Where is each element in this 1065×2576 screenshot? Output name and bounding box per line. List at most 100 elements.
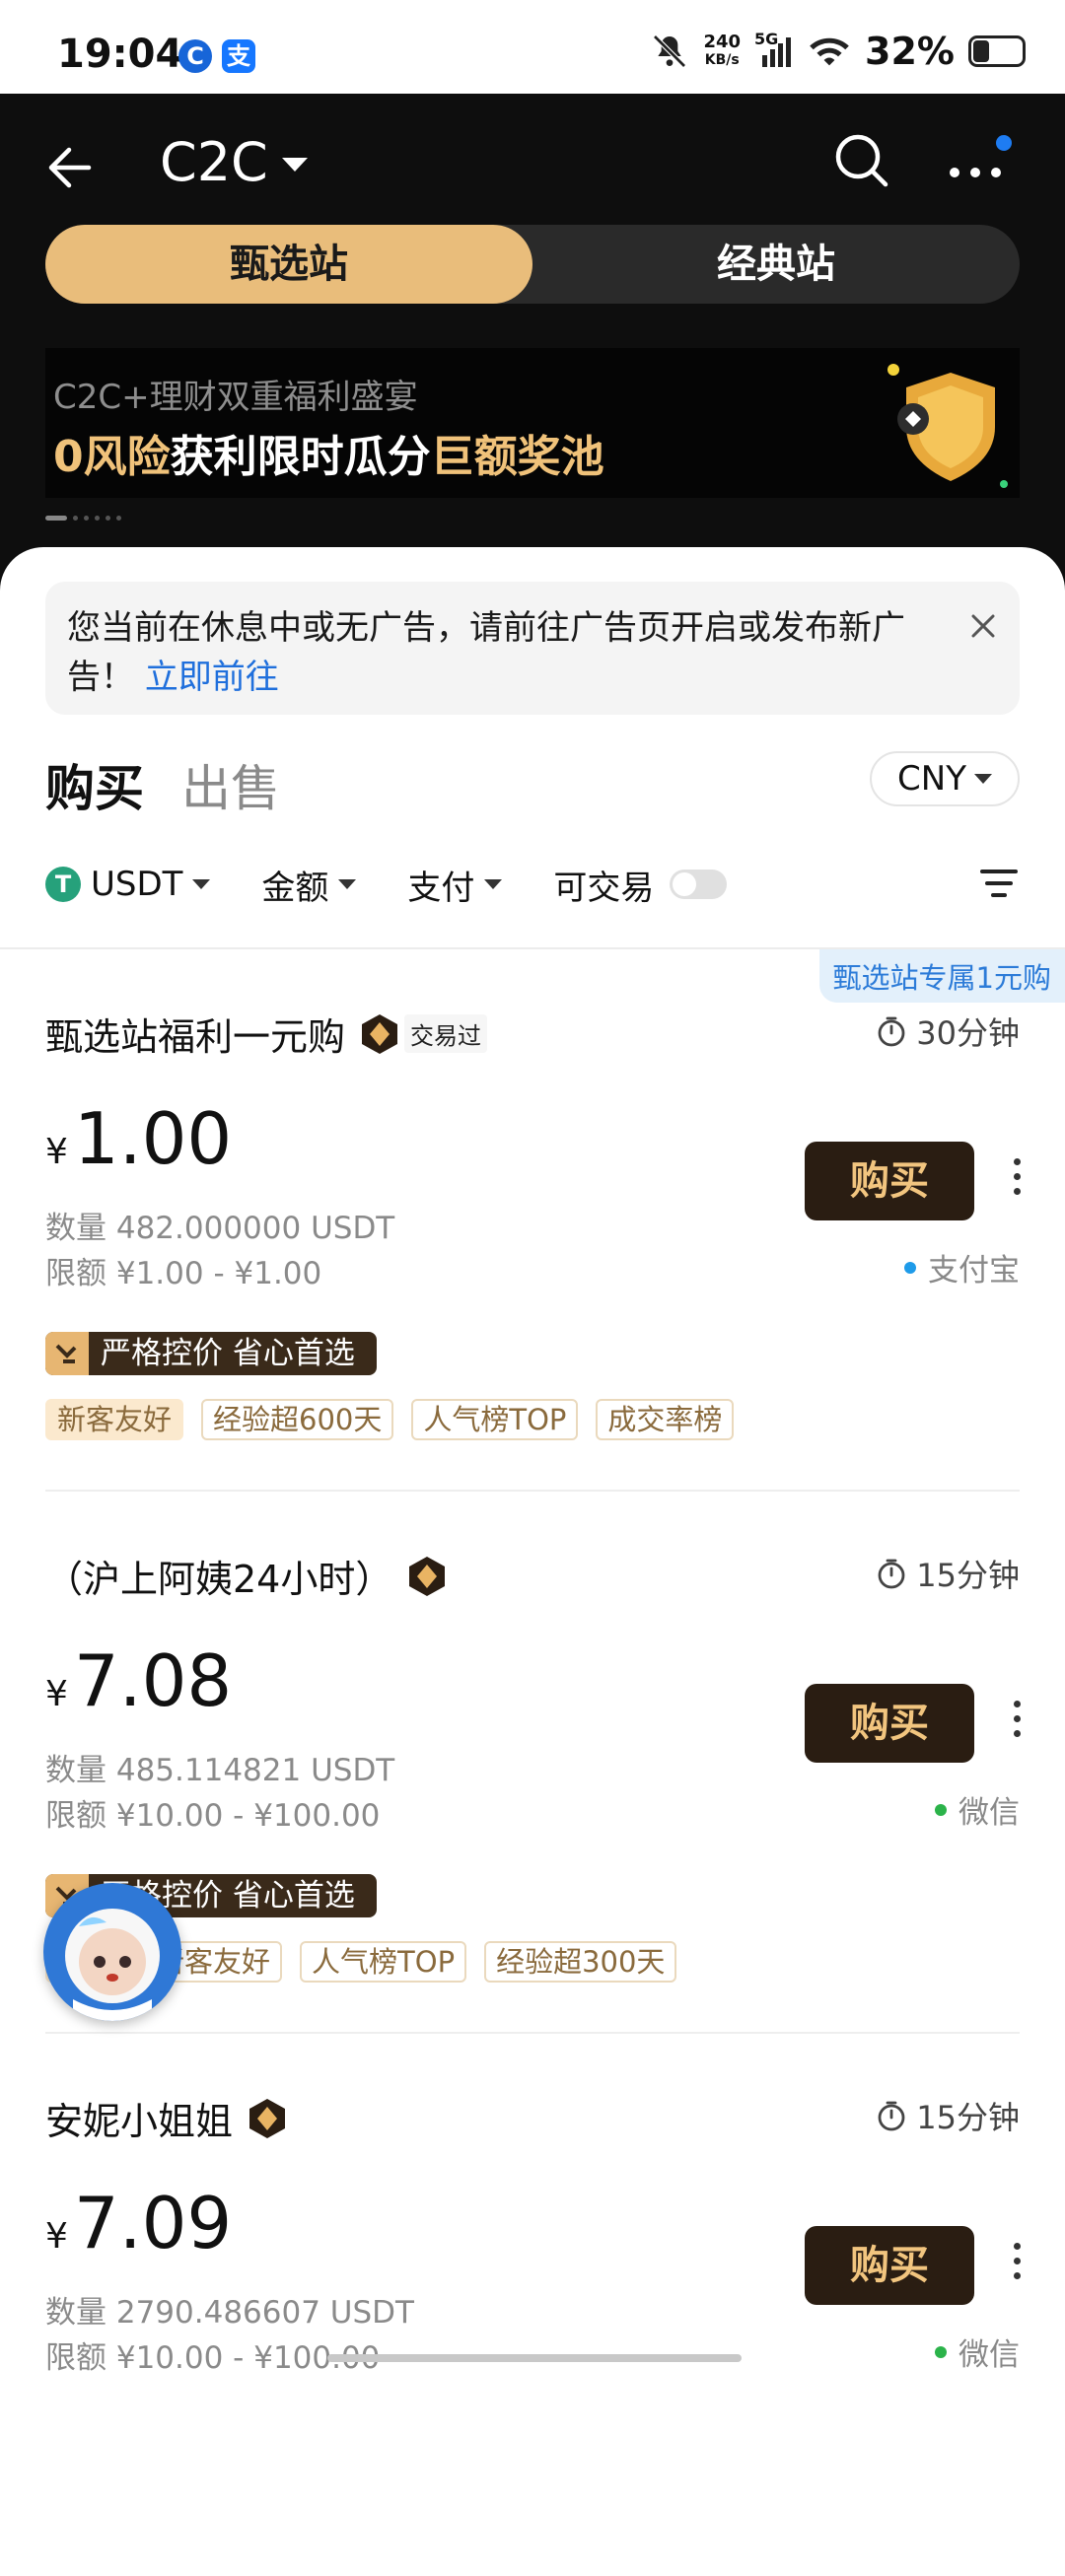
alipay-notification-icon: 支 <box>222 39 255 73</box>
merchant-name[interactable]: 甄选站福利一元购 交易过 <box>45 1007 488 1061</box>
payment-method: 微信 <box>935 1787 1020 1832</box>
usdt-icon: T <box>45 867 81 902</box>
merchant-tag: 人气榜TOP <box>411 1399 579 1440</box>
close-icon[interactable] <box>968 611 998 641</box>
buy-button[interactable]: 购买 <box>805 2226 974 2305</box>
station-switch: 甄选站 经典站 <box>45 225 1020 304</box>
merchant-tag: 经验超300天 <box>484 1941 677 1983</box>
currency-label: CNY <box>897 759 966 799</box>
filter-icon[interactable] <box>978 863 1020 904</box>
tab-sell[interactable]: 出售 <box>181 749 280 820</box>
merchant-tag: 新客友好 <box>45 1399 184 1440</box>
shield-icon <box>888 364 1008 488</box>
kebab-menu-icon[interactable] <box>1010 2243 1024 2288</box>
market-switcher[interactable]: C2C <box>160 131 308 193</box>
offer-quantity: 数量 2790.486607 USDT <box>45 2295 414 2331</box>
merchant-tag: 成交率榜 <box>596 1399 735 1440</box>
payment-timer: 30分钟 <box>877 1009 1020 1054</box>
kebab-menu-icon[interactable] <box>1010 1701 1024 1746</box>
coin-filter-label: USDT <box>91 865 183 904</box>
offer-details: 数量 2790.486607 USDT 限额 ¥10.00 - ¥100.00 <box>45 2290 414 2381</box>
merchant-name[interactable]: 安妮小姐姐 <box>45 2091 286 2145</box>
payment-filter-label: 支付 <box>407 868 475 908</box>
amount-filter[interactable]: 金额 <box>261 861 357 909</box>
signal-icon: 5G <box>754 30 794 69</box>
price-control-badge: 严格控价 省心首选 <box>45 1332 377 1375</box>
currency-select[interactable]: CNY <box>870 751 1020 806</box>
home-indicator[interactable] <box>327 2354 742 2362</box>
trade-tabs: 购买 出售 <box>45 749 280 820</box>
status-bar: 19:04 C 支 240 KB/s 5G 32% <box>0 0 1065 94</box>
search-icon[interactable] <box>830 129 893 192</box>
kebab-menu-icon[interactable] <box>1010 1158 1024 1204</box>
offer-card: 安妮小姐姐 15分钟 ¥7.09 数量 2790.486607 USDT 限额 … <box>0 2034 1065 2576</box>
page-title: C2C <box>160 131 268 193</box>
chevron-down-icon <box>484 879 503 889</box>
payment-dot <box>935 1803 947 1816</box>
offer-details: 数量 485.114821 USDT 限额 ¥10.00 - ¥100.00 <box>45 1748 394 1839</box>
offer-quantity: 数量 485.114821 USDT <box>45 1753 395 1788</box>
merchant-tag: 人气榜TOP <box>300 1941 467 1983</box>
banner-subtitle: C2C+理财双重福利盛宴 <box>53 378 418 417</box>
banner-pager <box>45 516 121 521</box>
verified-merchant-icon <box>249 2098 286 2138</box>
offer-limit: 限额 ¥1.00 - ¥1.00 <box>45 1256 322 1291</box>
payment-filter[interactable]: 支付 <box>407 861 503 909</box>
coin-filter[interactable]: T USDT <box>45 865 211 904</box>
tab-buy[interactable]: 购买 <box>45 749 144 820</box>
mute-icon <box>653 35 687 68</box>
more-options-icon[interactable] <box>945 133 1014 192</box>
check-badge-icon <box>45 1332 89 1375</box>
payment-dot <box>904 1261 916 1274</box>
banner-headline: 0风险获利限时瓜分巨额奖池 <box>53 432 604 482</box>
wifi-icon <box>810 37 849 66</box>
offer-quantity: 数量 482.000000 USDT <box>45 1211 395 1246</box>
offer-price: ¥7.08 <box>45 1639 233 1722</box>
offer-card: 甄选站专属1元购 甄选站福利一元购 交易过 30分钟 ¥1.00 数量 482.… <box>0 949 1065 1492</box>
payment-timer: 15分钟 <box>877 1551 1020 1596</box>
tradable-toggle[interactable] <box>670 870 728 899</box>
offer-price: ¥7.09 <box>45 2182 233 2264</box>
merchant-tag: 经验超600天 <box>201 1399 394 1440</box>
battery-percent: 32% <box>865 30 955 73</box>
payment-dot <box>935 2345 947 2358</box>
app-notification-icon: C <box>178 39 212 73</box>
notice-banner: 您当前在休息中或无广告，请前往广告页开启或发布新广告！ 立即前往 <box>45 582 1020 715</box>
traded-badge: 交易过 <box>404 1014 488 1053</box>
status-time: 19:04 <box>57 32 183 77</box>
back-arrow-icon[interactable] <box>41 138 101 197</box>
content-sheet: 您当前在休息中或无广告，请前往广告页开启或发布新广告！ 立即前往 购买 出售 C… <box>0 547 1065 2376</box>
offer-price: ¥1.00 <box>45 1097 233 1180</box>
verified-merchant-icon <box>362 1013 398 1054</box>
offer-details: 数量 482.000000 USDT 限额 ¥1.00 - ¥1.00 <box>45 1206 394 1296</box>
tradable-label: 可交易 <box>553 868 655 908</box>
stopwatch-icon <box>878 1016 905 1047</box>
battery-icon <box>968 35 1026 67</box>
buy-button[interactable]: 购买 <box>805 1142 974 1220</box>
header: C2C 甄选站 经典站 C2C+理财双重福利盛宴 0风险获利限时瓜分巨额奖池 <box>0 94 1065 606</box>
filter-bar: T USDT 金额 支付 可交易 <box>45 855 1020 914</box>
chevron-down-icon <box>338 879 357 889</box>
network-speed: 240 KB/s <box>703 32 742 69</box>
tab-classic-station[interactable]: 经典站 <box>532 225 1020 304</box>
payment-timer: 15分钟 <box>877 2093 1020 2138</box>
verified-merchant-icon <box>409 1556 446 1596</box>
payment-method: 支付宝 <box>904 1245 1020 1289</box>
notice-link[interactable]: 立即前往 <box>145 658 279 697</box>
payment-method: 微信 <box>935 2330 1020 2374</box>
chevron-down-icon <box>281 157 308 172</box>
assistant-avatar[interactable] <box>43 1883 181 2021</box>
offer-limit: 限额 ¥10.00 - ¥100.00 <box>45 1798 381 1834</box>
stopwatch-icon <box>878 1559 905 1589</box>
stopwatch-icon <box>878 2101 905 2131</box>
promo-corner-tag: 甄选站专属1元购 <box>818 949 1065 1003</box>
chevron-down-icon <box>192 879 211 889</box>
amount-filter-label: 金额 <box>261 868 329 908</box>
tradable-filter: 可交易 <box>553 861 728 909</box>
status-right: 240 KB/s 5G 32% <box>650 30 1026 73</box>
chevron-down-icon <box>973 774 992 784</box>
merchant-name[interactable]: （沪上阿姨24小时） <box>45 1549 446 1603</box>
promo-banner[interactable]: C2C+理财双重福利盛宴 0风险获利限时瓜分巨额奖池 <box>45 348 1020 498</box>
tab-selected-station[interactable]: 甄选站 <box>45 225 532 304</box>
buy-button[interactable]: 购买 <box>805 1684 974 1763</box>
